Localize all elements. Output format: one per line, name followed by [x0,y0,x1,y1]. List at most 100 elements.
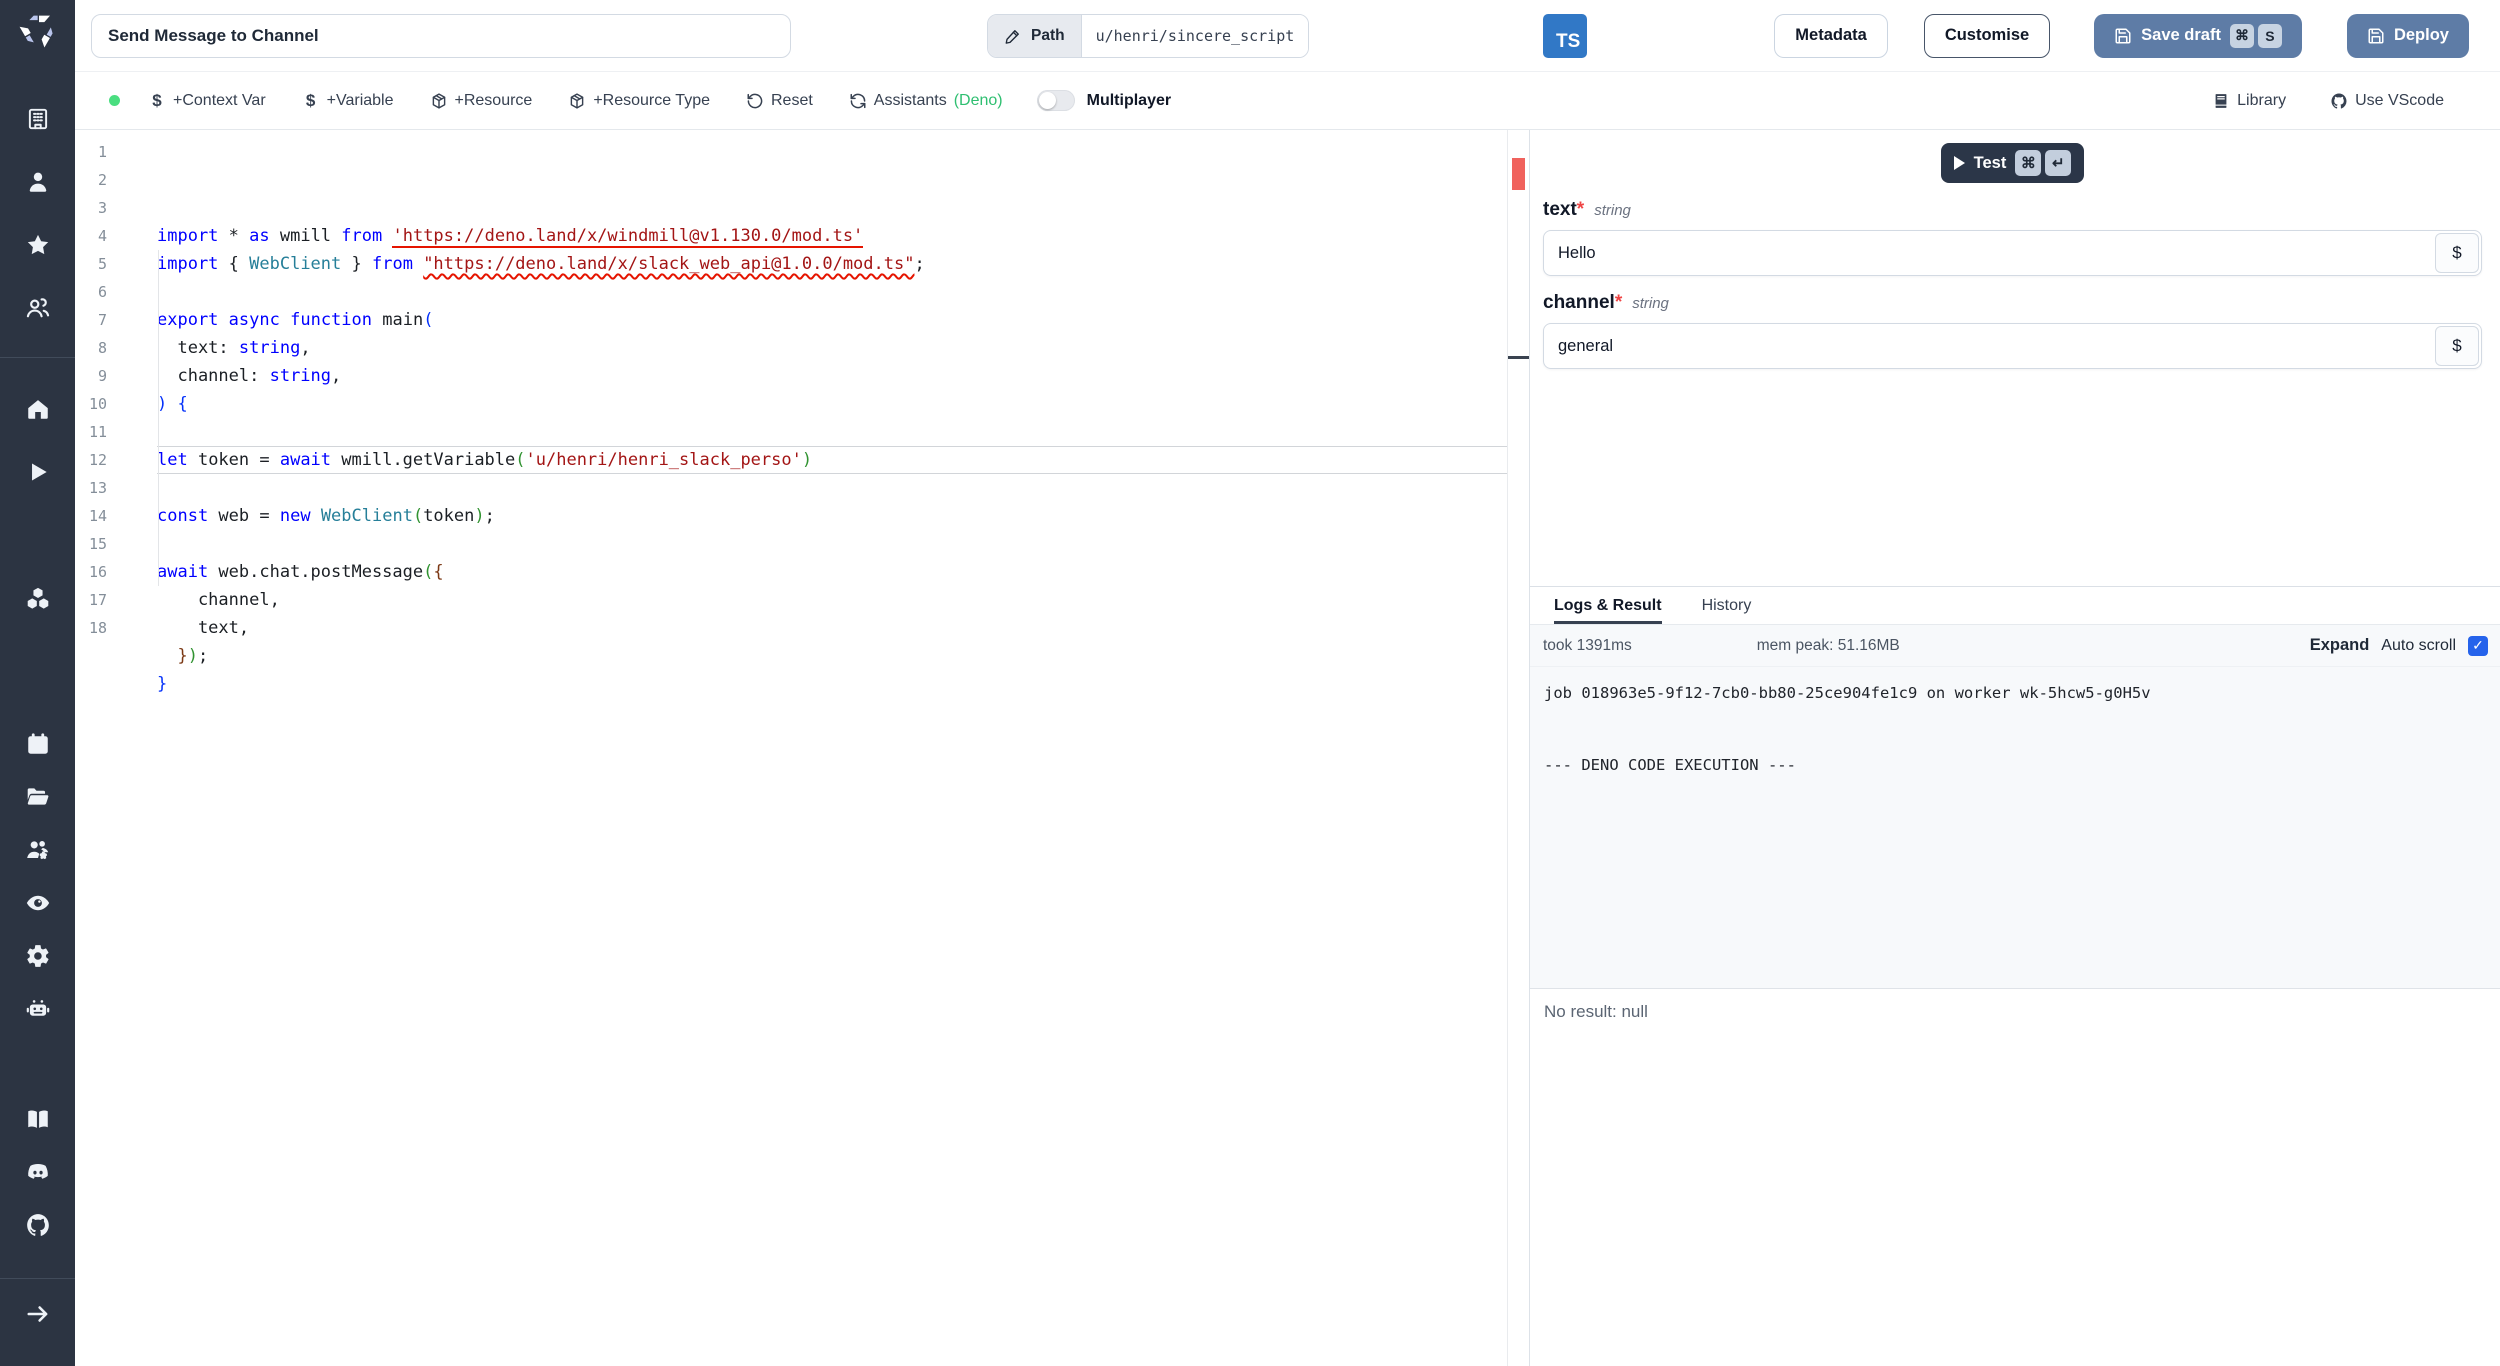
windmill-logo[interactable] [18,10,58,50]
cursor-position-marker [1508,356,1529,359]
code-line-17[interactable]: } [157,670,1507,698]
toolbar-item-label: +Context Var [173,91,266,109]
toolbar-item-assistants[interactable]: Assistants (Deno) [849,92,1003,110]
edit-path-button[interactable]: Path [988,14,1082,57]
test-shortcut: ⌘ ↵ [2015,150,2072,176]
app-root: Path u/henri/sincere_script TS Metadata … [0,0,2500,1366]
autoscroll-label: Auto scroll [2381,636,2456,654]
field-label-channel: channel* string [1543,292,2482,314]
code-line-7[interactable]: ) { [157,390,1507,418]
toolbar-item-resource-type[interactable]: +Resource Type [568,92,710,110]
multiplayer-toggle[interactable] [1036,90,1075,111]
code-line-12[interactable] [157,530,1507,558]
code-line-4[interactable]: export async function main( [157,306,1507,334]
code-line-18[interactable] [157,698,1507,726]
field-type: string [1632,295,1669,312]
use-vscode-label: Use VScode [2355,91,2444,109]
refresh-icon [849,92,867,110]
kbd-badge: S [2257,23,2282,48]
field-input-channel[interactable] [1543,323,2482,369]
deploy-label: Deploy [2393,26,2449,44]
sidebar-home-icon[interactable] [25,396,51,422]
tab-history[interactable]: History [1702,587,1752,624]
code-line-8[interactable] [157,418,1507,446]
line-number: 12 [88,451,107,469]
code-line-14[interactable]: channel, [157,586,1507,614]
required-asterisk: * [1576,199,1585,220]
line-number: 1 [97,143,107,161]
library-button[interactable]: Library [2212,92,2286,110]
sidebar-robot-icon[interactable] [25,996,51,1022]
toolbar-item-context-var[interactable]: $ +Context Var [148,91,266,110]
kbd-badge: ↵ [2045,150,2072,176]
code-line-15[interactable]: text, [157,614,1507,642]
sidebar-calendar-icon[interactable] [25,731,51,757]
code-line-9[interactable]: let token = await wmill.getVariable('u/h… [157,446,1507,474]
sidebar-divider [0,357,75,358]
memory-stat: mem peak: 51.16MB [1756,636,1900,654]
line-number: 6 [97,283,107,301]
code-area[interactable]: import * as wmill from 'https://deno.lan… [121,130,1507,1366]
typescript-badge: TS [1543,13,1588,58]
code-line-2[interactable]: import { WebClient } from "https://deno.… [157,250,1507,278]
line-number: 10 [88,395,107,413]
sidebar-folder-open-icon[interactable] [25,784,51,810]
save-draft-shortcut: ⌘ S [2229,23,2282,48]
multiplayer-label: Multiplayer [1086,91,1172,109]
code-line-13[interactable]: await web.chat.postMessage({ [157,558,1507,586]
sidebar-github-icon[interactable] [25,1212,51,1238]
sidebar-play-icon[interactable] [25,459,51,485]
code-line-1[interactable]: import * as wmill from 'https://deno.lan… [157,222,1507,250]
sidebar-user-icon[interactable] [25,169,51,195]
code-line-16[interactable]: }); [157,642,1507,670]
toolbar-item-variable[interactable]: $ +Variable [302,92,394,110]
error-marker [1512,158,1525,190]
insert-variable-button[interactable]: $ [2435,326,2479,366]
save-icon [2114,27,2132,45]
code-line-6[interactable]: channel: string, [157,362,1507,390]
kbd-badge: ⌘ [2229,23,2254,48]
code-line-11[interactable]: const web = new WebClient(token); [157,502,1507,530]
toolbar-item-resource[interactable]: +Resource [430,92,532,110]
customise-button[interactable]: Customise [1923,13,2051,58]
save-draft-button[interactable]: Save draft ⌘ S [2094,13,2302,58]
overview-ruler [1507,130,1529,1366]
script-title-input[interactable] [91,13,791,58]
sidebar-dollar-icon[interactable] [25,522,51,548]
sidebar-building-icon[interactable] [25,106,51,132]
field-input-text[interactable] [1543,230,2482,276]
expand-button[interactable]: Expand [2310,636,2370,655]
sidebar-users-gear-icon[interactable] [25,837,51,863]
sidebar-boxes-icon[interactable] [25,585,51,611]
sidebar-group-collapse [25,1301,51,1327]
sidebar-star-icon[interactable] [25,232,51,258]
autoscroll-checkbox[interactable]: ✓ [2468,635,2488,656]
toolbar-item-label: Assistants [873,91,947,109]
insert-variable-button[interactable]: $ [2435,233,2479,273]
result-panel: No result: null [1530,988,2500,1366]
line-number: 8 [97,339,107,357]
code-editor[interactable]: 1 2 3 4 5 6 7 8 9 10 11 12 13 14 15 16 17 18 import * as … [75,130,1529,1366]
sidebar-arrow-right-icon[interactable] [25,1301,51,1327]
code-line-10[interactable] [157,474,1507,502]
line-number: 13 [88,479,107,497]
sidebar-eye-icon[interactable] [25,890,51,916]
line-number: 15 [88,535,107,553]
run-panel: Test ⌘↵ text* string $ channel* string $ Logs… [1529,130,2500,1366]
code-line-5[interactable]: text: string, [157,334,1507,362]
sidebar-group-main [25,396,51,611]
sidebar-book-icon[interactable] [25,1106,51,1132]
kbd-badge: ⌘ [2015,150,2042,176]
use-vscode-button[interactable]: Use VScode [2330,92,2444,110]
toolbar-item-reset[interactable]: Reset [746,92,813,110]
sidebar-discord-icon[interactable] [25,1159,51,1185]
test-button[interactable]: Test ⌘ ↵ [1940,143,2085,183]
sidebar-users-icon[interactable] [25,295,51,321]
toolbar-right: Library Use VScode [2212,92,2444,110]
topbar: Path u/henri/sincere_script TS Metadata … [75,0,2500,72]
metadata-button[interactable]: Metadata [1774,13,1888,58]
sidebar-gear-icon[interactable] [25,943,51,969]
deploy-button[interactable]: Deploy [2346,13,2469,58]
tab-logs-result[interactable]: Logs & Result [1554,587,1662,624]
code-line-3[interactable] [157,278,1507,306]
